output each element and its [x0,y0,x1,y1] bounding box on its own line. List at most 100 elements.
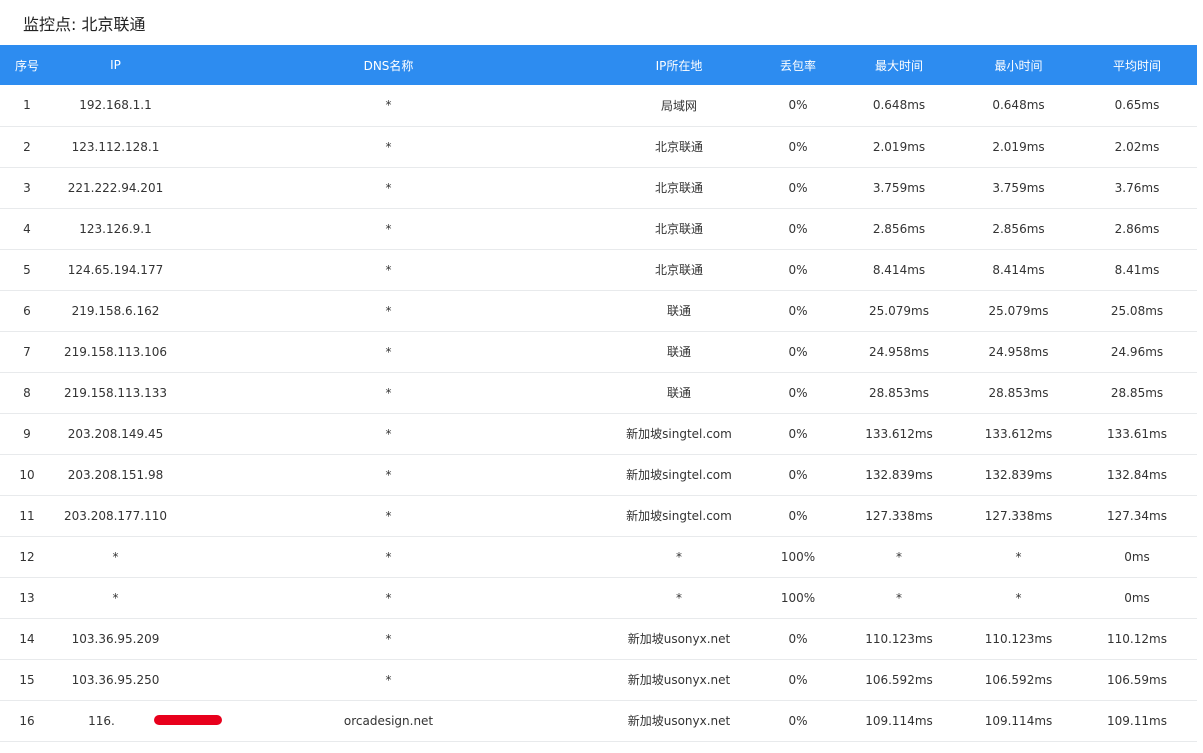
table-row: 1 192.168.1.1 * 局域网 0% 0.648ms 0.648ms 0.65ms [0,85,1197,127]
cell-ip: 219.158.113.133 [54,372,177,414]
cell-loss: 0% [758,659,838,701]
table-header-row: 序号 IP DNS名称 IP所在地 丢包率 最大时间 最小时间 平均时间 [0,45,1197,85]
cell-loss: 0% [758,167,838,209]
cell-avg: 127.34ms [1077,495,1197,537]
cell-max: 24.958ms [838,331,960,373]
cell-no: 12 [0,536,54,578]
cell-no: 8 [0,372,54,414]
cell-max: 133.612ms [838,413,960,455]
cell-max: 28.853ms [838,372,960,414]
cell-dns: * [177,167,600,209]
cell-min: 132.839ms [960,454,1077,496]
traceroute-table: 序号 IP DNS名称 IP所在地 丢包率 最大时间 最小时间 平均时间 1 19… [0,45,1197,742]
cell-no: 5 [0,249,54,291]
cell-location: * [600,577,758,619]
cell-loss: 0% [758,454,838,496]
cell-loss: 0% [758,618,838,660]
cell-location: 北京联通 [600,208,758,250]
cell-max: * [838,536,960,578]
cell-location: 北京联通 [600,167,758,209]
cell-dns: * [177,536,600,578]
cell-min: 109.114ms [960,700,1077,742]
col-header-avg: 平均时间 [1112,58,1161,73]
cell-avg: 28.85ms [1077,372,1197,414]
cell-max: 106.592ms [838,659,960,701]
cell-no: 13 [0,577,54,619]
cell-loss: 0% [758,413,838,455]
cell-avg: 133.61ms [1077,413,1197,455]
cell-max: 0.648ms [838,85,960,127]
cell-avg: 25.08ms [1077,290,1197,332]
cell-loss: 0% [758,495,838,537]
page-title: 监控点: 北京联通 [23,15,146,34]
cell-dns: * [177,372,600,414]
cell-max: 132.839ms [838,454,960,496]
cell-loss: 0% [758,126,838,168]
cell-min: 28.853ms [960,372,1077,414]
cell-loss: 0% [758,372,838,414]
cell-no: 10 [0,454,54,496]
cell-max: 8.414ms [838,249,960,291]
cell-ip: 192.168.1.1 [54,85,177,127]
cell-max: 25.079ms [838,290,960,332]
cell-ip: 123.126.9.1 [54,208,177,250]
cell-min: 2.856ms [960,208,1077,250]
cell-avg: 2.86ms [1077,208,1197,250]
cell-dns: * [177,290,600,332]
cell-ip: 221.222.94.201 [54,167,177,209]
cell-location: 新加坡usonyx.net [600,618,758,660]
table-row: 2 123.112.128.1 * 北京联通 0% 2.019ms 2.019ms 2.02m… [0,126,1197,168]
cell-dns: * [177,126,600,168]
cell-avg: 3.76ms [1077,167,1197,209]
cell-dns: * [177,495,600,537]
table-row: 8 219.158.113.133 * 联通 0% 28.853ms 28.853ms 28.… [0,372,1197,414]
table-row: 10 203.208.151.98 * 新加坡singtel.com 0% 132.839… [0,454,1197,496]
cell-ip: 219.158.6.162 [54,290,177,332]
cell-no: 2 [0,126,54,168]
cell-min: 0.648ms [960,85,1077,127]
cell-avg: 132.84ms [1077,454,1197,496]
cell-no: 7 [0,331,54,373]
cell-no: 14 [0,618,54,660]
cell-dns: * [177,577,600,619]
table-row: 14 103.36.95.209 * 新加坡usonyx.net 0% 110.123ms… [0,618,1197,660]
cell-dns: * [177,331,600,373]
cell-max: 109.114ms [838,700,960,742]
title-bar: 监控点: 北京联通 [0,0,1203,45]
cell-no: 3 [0,167,54,209]
redaction-mark [154,714,222,725]
cell-max: 2.856ms [838,208,960,250]
cell-min: * [960,577,1077,619]
cell-min: 106.592ms [960,659,1077,701]
cell-no: 11 [0,495,54,537]
table-row: 12 * * * 100% * * 0ms [0,536,1197,578]
cell-location: 新加坡usonyx.net [600,659,758,701]
col-header-ip: IP [110,58,121,72]
table-row: 4 123.126.9.1 * 北京联通 0% 2.856ms 2.856ms 2.86ms [0,208,1197,250]
cell-min: * [960,536,1077,578]
cell-location: 局域网 [600,85,758,127]
cell-avg: 106.59ms [1077,659,1197,701]
cell-max: * [838,577,960,619]
cell-ip: 103.36.95.209 [54,618,177,660]
cell-dns: * [177,413,600,455]
cell-min: 110.123ms [960,618,1077,660]
cell-loss: 0% [758,331,838,373]
cell-loss: 0% [758,290,838,332]
table-row: 5 124.65.194.177 * 北京联通 0% 8.414ms 8.414ms 8.41… [0,249,1197,291]
table-row: 15 103.36.95.250 * 新加坡usonyx.net 0% 106.592ms… [0,659,1197,701]
cell-min: 25.079ms [960,290,1077,332]
cell-ip: 103.36.95.250 [54,659,177,701]
cell-min: 8.414ms [960,249,1077,291]
cell-location: 联通 [600,331,758,373]
col-header-min: 最小时间 [994,58,1043,73]
cell-no: 6 [0,290,54,332]
cell-avg: 0ms [1077,577,1197,619]
col-header-location: IP所在地 [655,58,703,73]
cell-loss: 100% [758,536,838,578]
cell-ip: * [54,536,177,578]
cell-min: 2.019ms [960,126,1077,168]
cell-ip: 203.208.151.98 [54,454,177,496]
cell-ip: 116. [54,700,222,742]
col-header-no: 序号 [14,58,39,73]
